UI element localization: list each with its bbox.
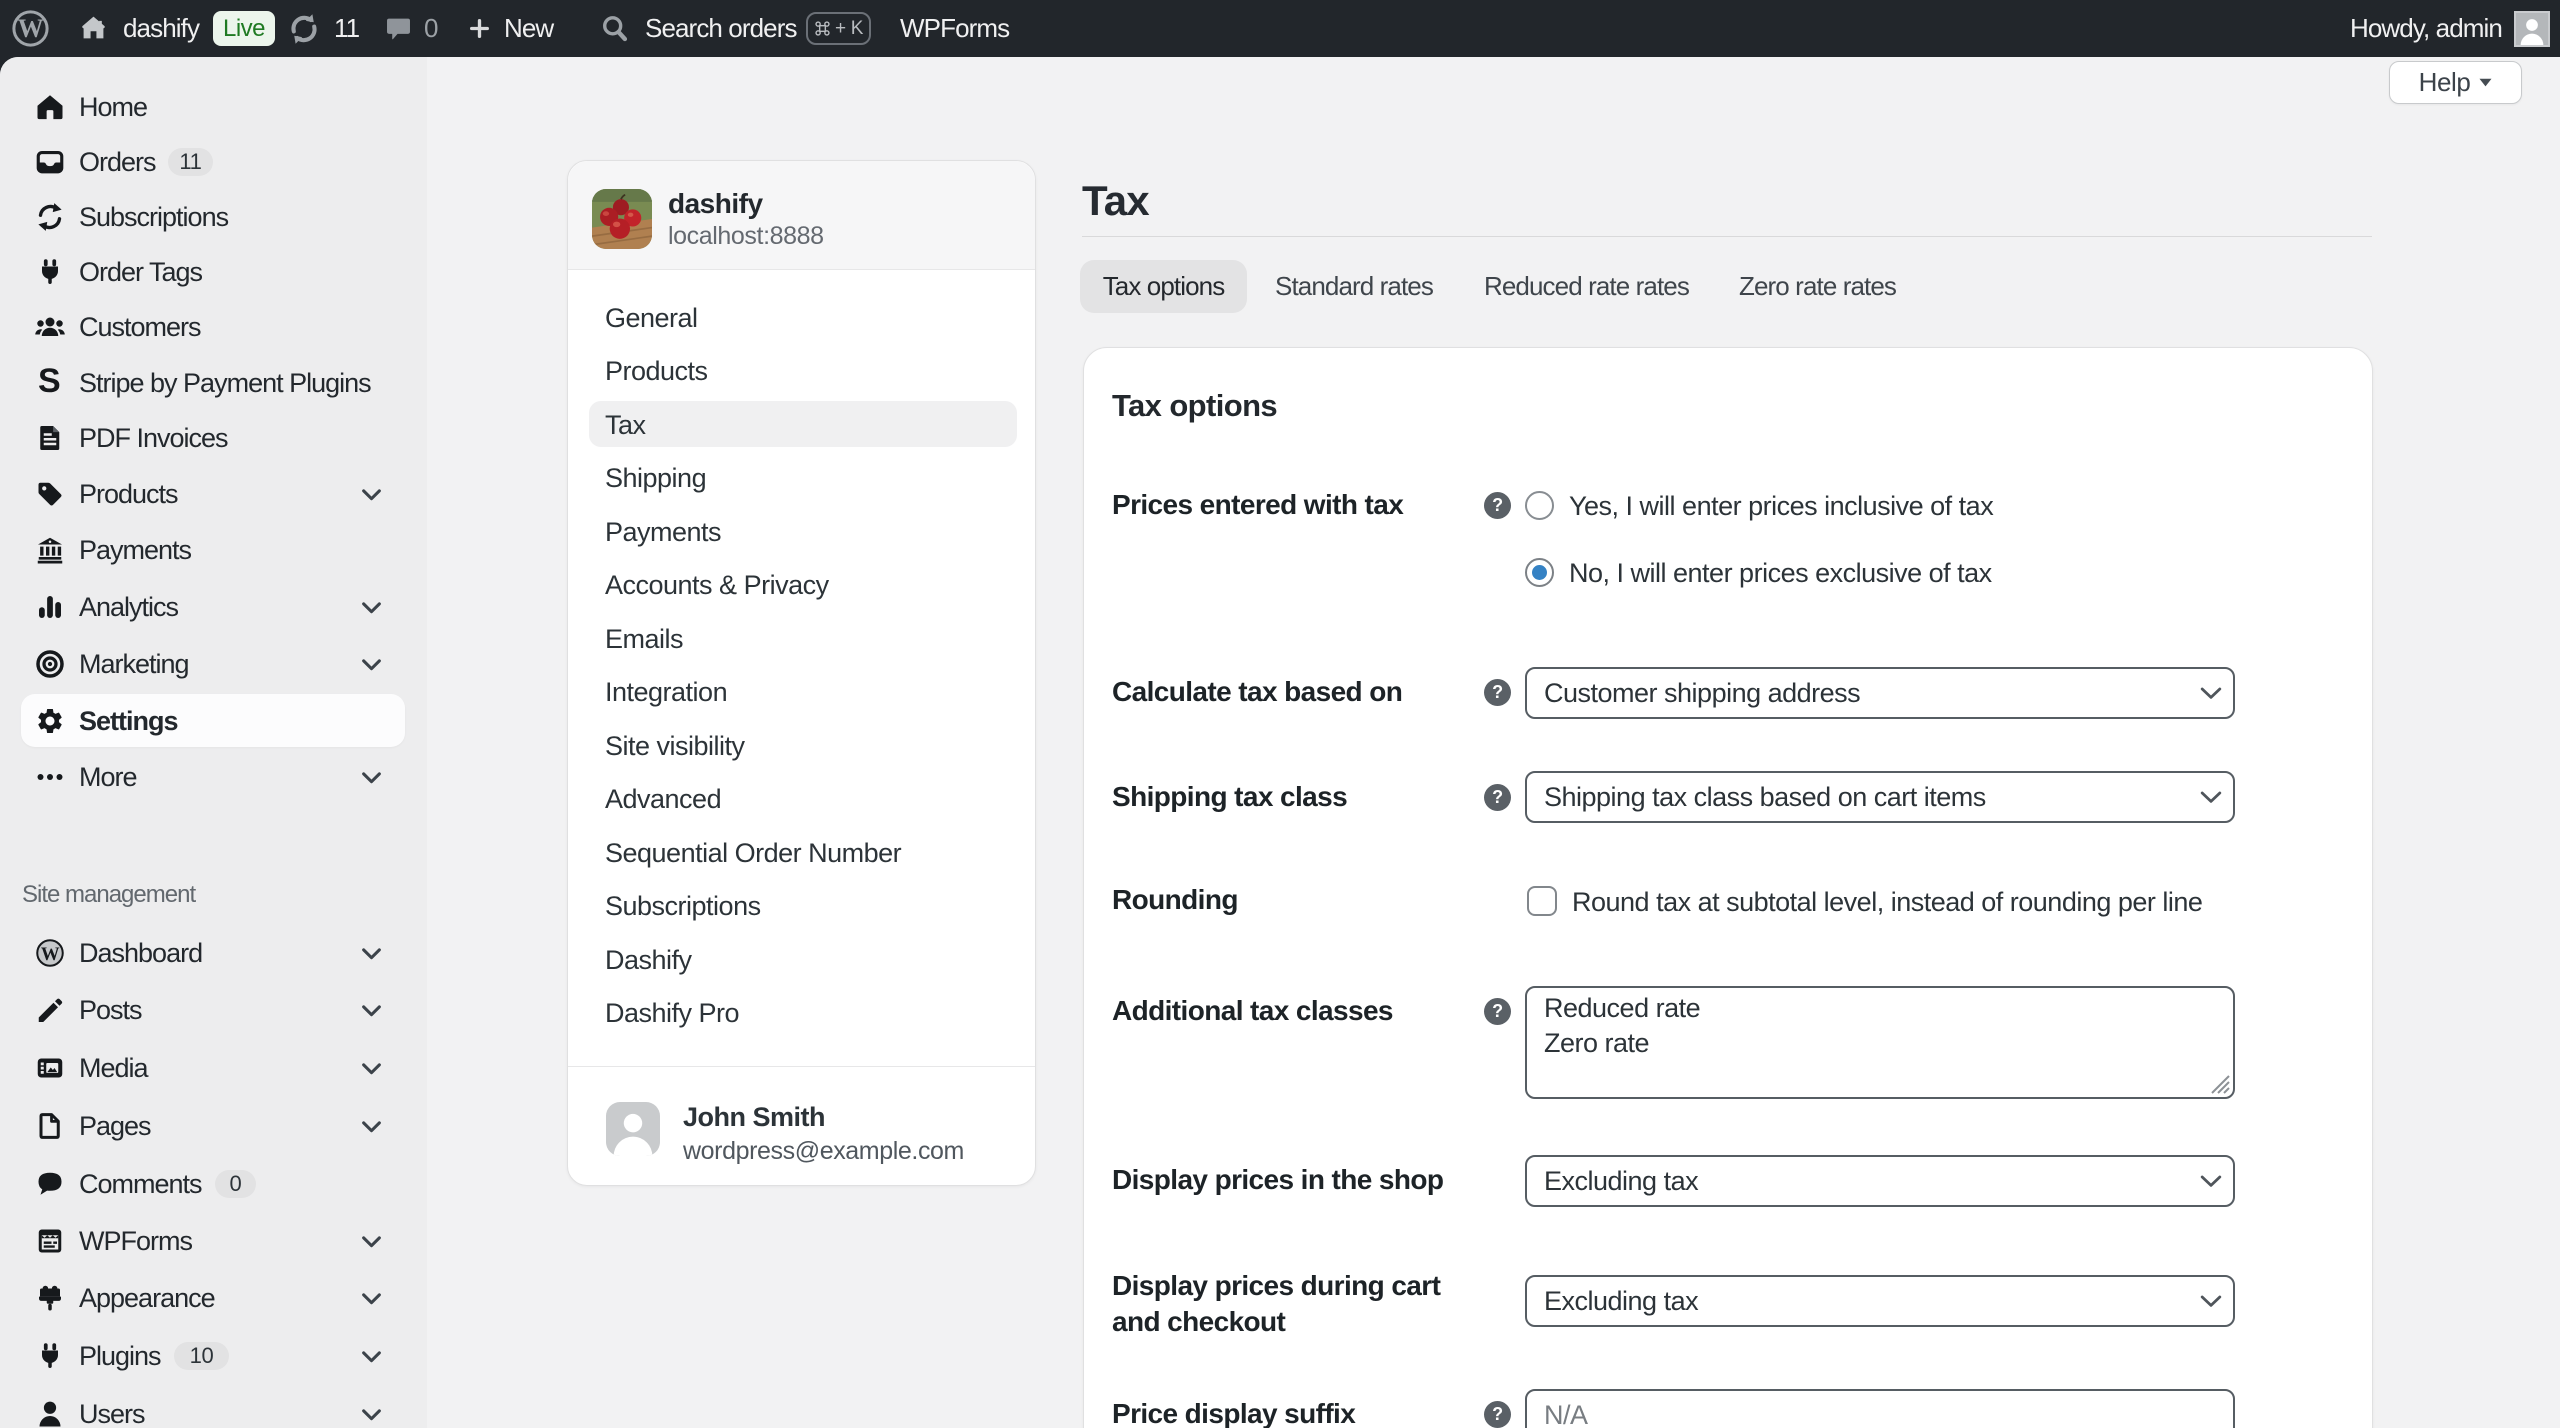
svg-text:W: W bbox=[18, 14, 44, 43]
svg-text:W: W bbox=[41, 944, 60, 965]
